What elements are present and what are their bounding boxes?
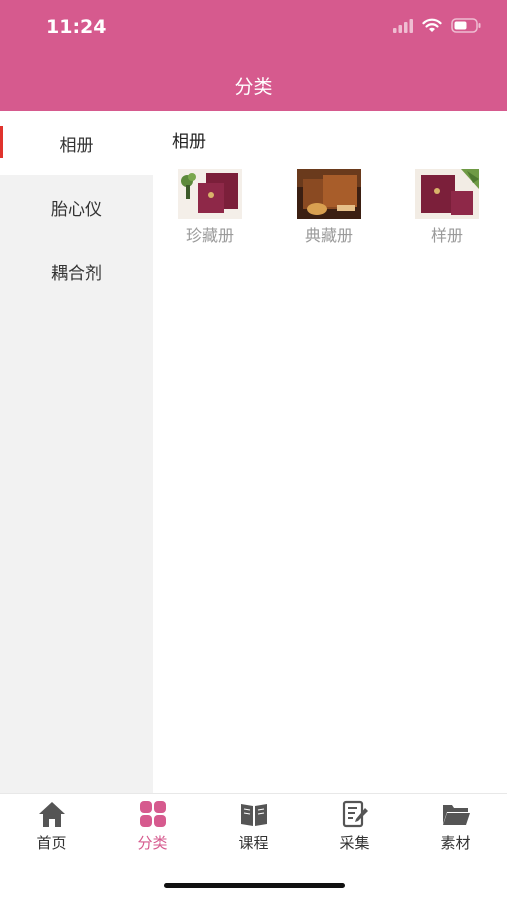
- sidebar-item-coupling-gel[interactable]: 耦合剂: [0, 239, 153, 303]
- tab-courses[interactable]: 课程: [203, 800, 304, 853]
- product-classic-album[interactable]: 典藏册: [284, 169, 374, 246]
- battery-icon: [451, 18, 481, 33]
- sample-album-thumbnail: [415, 169, 479, 219]
- category-content: 相册 珍藏册 典藏册 样册: [153, 111, 507, 793]
- tab-label: 课程: [238, 834, 269, 852]
- app-header: 11:24 分类: [0, 0, 507, 111]
- sidebar-item-label: 胎心仪: [51, 199, 102, 220]
- section-title: 相册: [172, 132, 206, 152]
- product-collection-album[interactable]: 珍藏册: [165, 169, 255, 246]
- category-sidebar: 相册 胎心仪 耦合剂: [0, 111, 153, 793]
- book-icon: [240, 804, 267, 826]
- grid-icon: [139, 801, 166, 827]
- home-icon: [38, 802, 65, 827]
- home-indicator[interactable]: [164, 883, 345, 888]
- tab-label: 首页: [36, 834, 67, 852]
- classic-album-thumbnail: [297, 169, 361, 219]
- page-title: 分类: [234, 76, 273, 98]
- tab-label: 素材: [440, 834, 471, 852]
- sidebar-item-album[interactable]: 相册: [0, 111, 153, 175]
- status-icons: [393, 18, 481, 33]
- tab-collect[interactable]: 采集: [304, 800, 405, 853]
- status-time: 11:24: [46, 16, 107, 38]
- folder-icon: [442, 805, 470, 825]
- cellular-signal-icon: [393, 18, 413, 33]
- tab-materials[interactable]: 素材: [405, 800, 506, 853]
- sidebar-item-label: 耦合剂: [51, 263, 102, 284]
- product-label: 典藏册: [304, 226, 353, 245]
- edit-document-icon: [342, 800, 368, 828]
- tab-category[interactable]: 分类: [102, 800, 203, 853]
- sidebar-item-label: 相册: [59, 135, 94, 156]
- wifi-icon: [422, 18, 442, 32]
- collection-album-thumbnail: [178, 169, 242, 219]
- tab-label: 采集: [339, 834, 370, 852]
- product-label: 珍藏册: [185, 226, 234, 245]
- product-label: 样册: [430, 226, 463, 245]
- product-sample-album[interactable]: 样册: [402, 169, 492, 246]
- tab-home[interactable]: 首页: [1, 800, 102, 853]
- tab-label: 分类: [137, 834, 168, 852]
- sidebar-item-fetal-doppler[interactable]: 胎心仪: [0, 175, 153, 239]
